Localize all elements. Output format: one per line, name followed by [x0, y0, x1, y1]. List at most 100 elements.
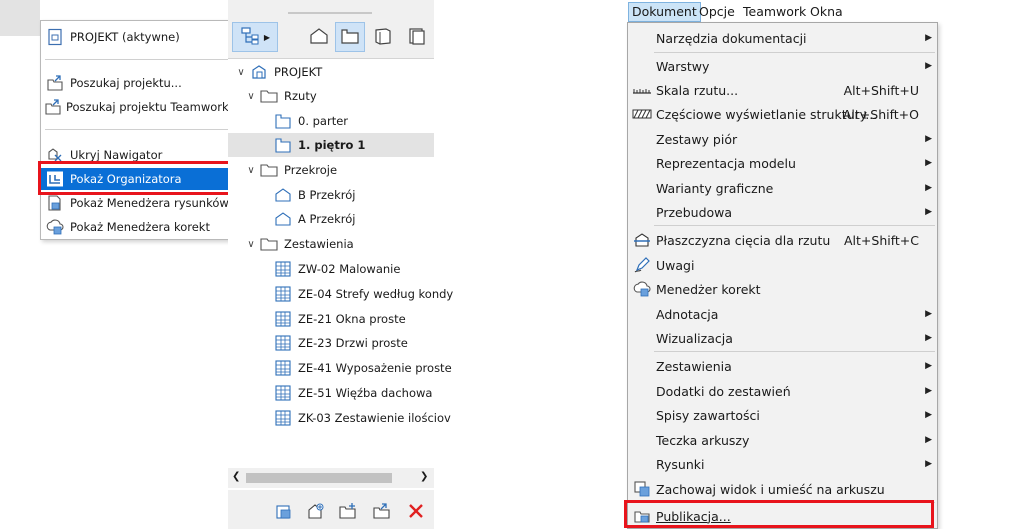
view-map-button[interactable] — [335, 22, 365, 52]
menu-label-teamwork: Teamwork — [743, 4, 807, 19]
menu-item-schedules[interactable]: Zestawienia ▶ — [628, 354, 937, 378]
menu-item-save-view-place-on-layout[interactable]: Zachowaj widok i umieść na arkuszu — [628, 477, 937, 501]
menu-item-cut-plane[interactable]: Płaszczyzna cięcia dla rzutu Alt+Shift+C — [628, 228, 937, 252]
submenu-arrow-icon: ▶ — [925, 309, 932, 319]
folder-icon — [258, 235, 280, 253]
menu-item-renovation[interactable]: Przebudowa ▶ — [628, 200, 937, 224]
delete-button[interactable] — [404, 500, 428, 524]
horizontal-scrollbar[interactable]: ❮ ❯ — [228, 468, 434, 488]
tree-label: ZE-21 Okna proste — [298, 312, 406, 326]
tree-item-schedule[interactable]: ZE-21 Okna proste — [272, 307, 406, 331]
schedule-table-icon — [272, 384, 294, 402]
clone-folder-button[interactable] — [370, 500, 394, 524]
menu-item-browse-teamwork[interactable]: Poszukaj projektu Teamwork... — [41, 96, 240, 118]
new-view-button[interactable] — [304, 500, 328, 524]
menu-opcje[interactable]: Opcje — [696, 2, 738, 22]
tree-item-schedule[interactable]: ZE-23 Drzwi proste — [272, 331, 408, 355]
new-view-icon — [306, 501, 326, 524]
tree-item-floor-plan[interactable]: 0. parter — [272, 109, 348, 133]
menu-item-layers[interactable]: Warstwy ▶ — [628, 54, 937, 78]
menu-item-visualization[interactable]: Wizualizacja ▶ — [628, 326, 937, 350]
menu-dokument[interactable]: Dokument — [628, 2, 701, 22]
chevron-down-icon[interactable]: ∨ — [244, 91, 258, 102]
menu-item-drawings[interactable]: Rysunki ▶ — [628, 452, 937, 476]
menu-item-label: Spisy zawartości — [656, 407, 760, 423]
menu-teamwork[interactable]: Teamwork — [740, 2, 809, 22]
menu-item-markup[interactable]: Uwagi — [628, 253, 937, 277]
menu-item-partial-structure-display[interactable]: Częściowe wyświetlanie struktury... Alt+… — [628, 102, 937, 126]
menu-item-issue-manager[interactable]: Menedżer korekt — [628, 277, 937, 301]
menu-okna[interactable]: Okna — [807, 2, 846, 22]
new-folder-button[interactable] — [336, 500, 360, 524]
tree-structure-icon — [240, 26, 262, 49]
new-layout-button[interactable] — [272, 500, 296, 524]
menu-divider — [654, 351, 935, 352]
menu-item-browse-project[interactable]: Poszukaj projektu... — [41, 72, 231, 94]
menu-item-label: Rysunki — [656, 456, 705, 472]
menu-item-label: Poszukaj projektu Teamwork... — [66, 100, 240, 114]
chevron-down-icon[interactable]: ∨ — [244, 239, 258, 250]
highlight-callout-organizer — [38, 161, 232, 195]
project-root-icon — [248, 63, 270, 81]
folder-icon — [258, 87, 280, 105]
menu-item-floor-plan-scale[interactable]: Skala rzutu... Alt+Shift+U — [628, 78, 937, 102]
dokument-dropdown-menu: Narzędzia dokumentacji ▶ Warstwy ▶ Skala r… — [627, 22, 938, 529]
menu-item-graphic-overrides[interactable]: Warianty graficzne ▶ — [628, 176, 937, 200]
tree-root-project[interactable]: ∨ PROJEKT — [234, 60, 322, 84]
tree-folder-rzuty[interactable]: ∨ Rzuty — [244, 84, 316, 108]
menu-item-annotation[interactable]: Adnotacja ▶ — [628, 302, 937, 326]
publisher-sets-button[interactable] — [402, 22, 432, 52]
tree-item-schedule[interactable]: ZK-03 Zestawienie ilościov — [272, 406, 451, 430]
menu-item-shortcut: Alt+Shift+C — [843, 232, 919, 248]
scroll-left-arrow-icon[interactable]: ❮ — [232, 471, 240, 482]
background-toolbar-strip — [0, 0, 40, 36]
submenu-arrow-icon: ▶ — [925, 435, 932, 445]
project-map-button[interactable] — [304, 22, 334, 52]
menu-item-label: Adnotacja — [656, 306, 719, 322]
schedule-table-icon — [272, 359, 294, 377]
submenu-arrow-icon: ▶ — [925, 134, 932, 144]
pen-icon — [632, 256, 652, 274]
browse-teamwork-icon — [44, 98, 62, 116]
scrollbar-thumb[interactable] — [246, 473, 392, 483]
tree-item-schedule[interactable]: ZE-04 Strefy według kondy — [272, 282, 453, 306]
tree-item-schedule[interactable]: ZE-51 Więźba dachowa — [272, 381, 432, 405]
tree-item-schedule[interactable]: ZW-02 Malowanie — [272, 257, 400, 281]
menu-item-documentation-tools[interactable]: Narzędzia dokumentacji ▶ — [628, 26, 937, 50]
section-icon — [272, 186, 294, 204]
tree-label: Przekroje — [284, 163, 338, 177]
submenu-arrow-icon: ▶ — [925, 459, 932, 469]
tree-item-section[interactable]: A Przekrój — [272, 207, 355, 231]
chevron-down-icon[interactable]: ∨ — [234, 67, 248, 78]
tree-label: ZK-03 Zestawienie ilościov — [298, 411, 451, 425]
menu-item-project-active[interactable]: PROJEKT (aktywne) — [41, 24, 231, 50]
menu-divider — [45, 59, 229, 60]
menu-item-show-issue-manager[interactable]: Pokaż Menedżera korekt — [41, 216, 231, 238]
tree-item-floor-plan-selected[interactable]: 1. piętro 1 — [228, 133, 434, 157]
schedule-table-icon — [272, 409, 294, 427]
publisher-sets-icon — [406, 26, 428, 49]
menu-item-label: Narzędzia dokumentacji — [656, 30, 807, 46]
menu-item-pen-sets[interactable]: Zestawy piór ▶ — [628, 127, 937, 151]
submenu-arrow-icon: ▶ — [925, 61, 932, 71]
menu-item-label: Poszukaj projektu... — [70, 76, 182, 90]
menu-item-schedule-addons[interactable]: Dodatki do zestawień ▶ — [628, 379, 937, 403]
navigator-mode-popup-button[interactable]: ▶ — [232, 22, 278, 52]
menu-item-layout-book[interactable]: Teczka arkuszy ▶ — [628, 428, 937, 452]
chevron-down-icon[interactable]: ∨ — [244, 165, 258, 176]
menu-item-label: Zestawienia — [656, 358, 732, 374]
tree-item-section[interactable]: B Przekrój — [272, 183, 355, 207]
menu-item-label: Reprezentacja modelu — [656, 155, 796, 171]
issue-manager-icon — [44, 218, 66, 236]
menu-item-label: Zestawy piór — [656, 131, 738, 147]
menu-item-show-drawing-manager[interactable]: Pokaż Menedżera rysunków — [41, 192, 231, 214]
menu-item-indexes[interactable]: Spisy zawartości ▶ — [628, 403, 937, 427]
menu-item-model-view[interactable]: Reprezentacja modelu ▶ — [628, 151, 937, 175]
tree-folder-przekroje[interactable]: ∨ Przekroje — [244, 158, 337, 182]
layout-book-button[interactable] — [368, 22, 398, 52]
menu-item-label: Teczka arkuszy — [656, 432, 750, 448]
menu-label-opcje: Opcje — [699, 4, 735, 19]
tree-item-schedule[interactable]: ZE-41 Wyposażenie proste — [272, 356, 452, 380]
scroll-right-arrow-icon[interactable]: ❯ — [420, 471, 428, 482]
tree-folder-zestawienia[interactable]: ∨ Zestawienia — [244, 232, 353, 256]
